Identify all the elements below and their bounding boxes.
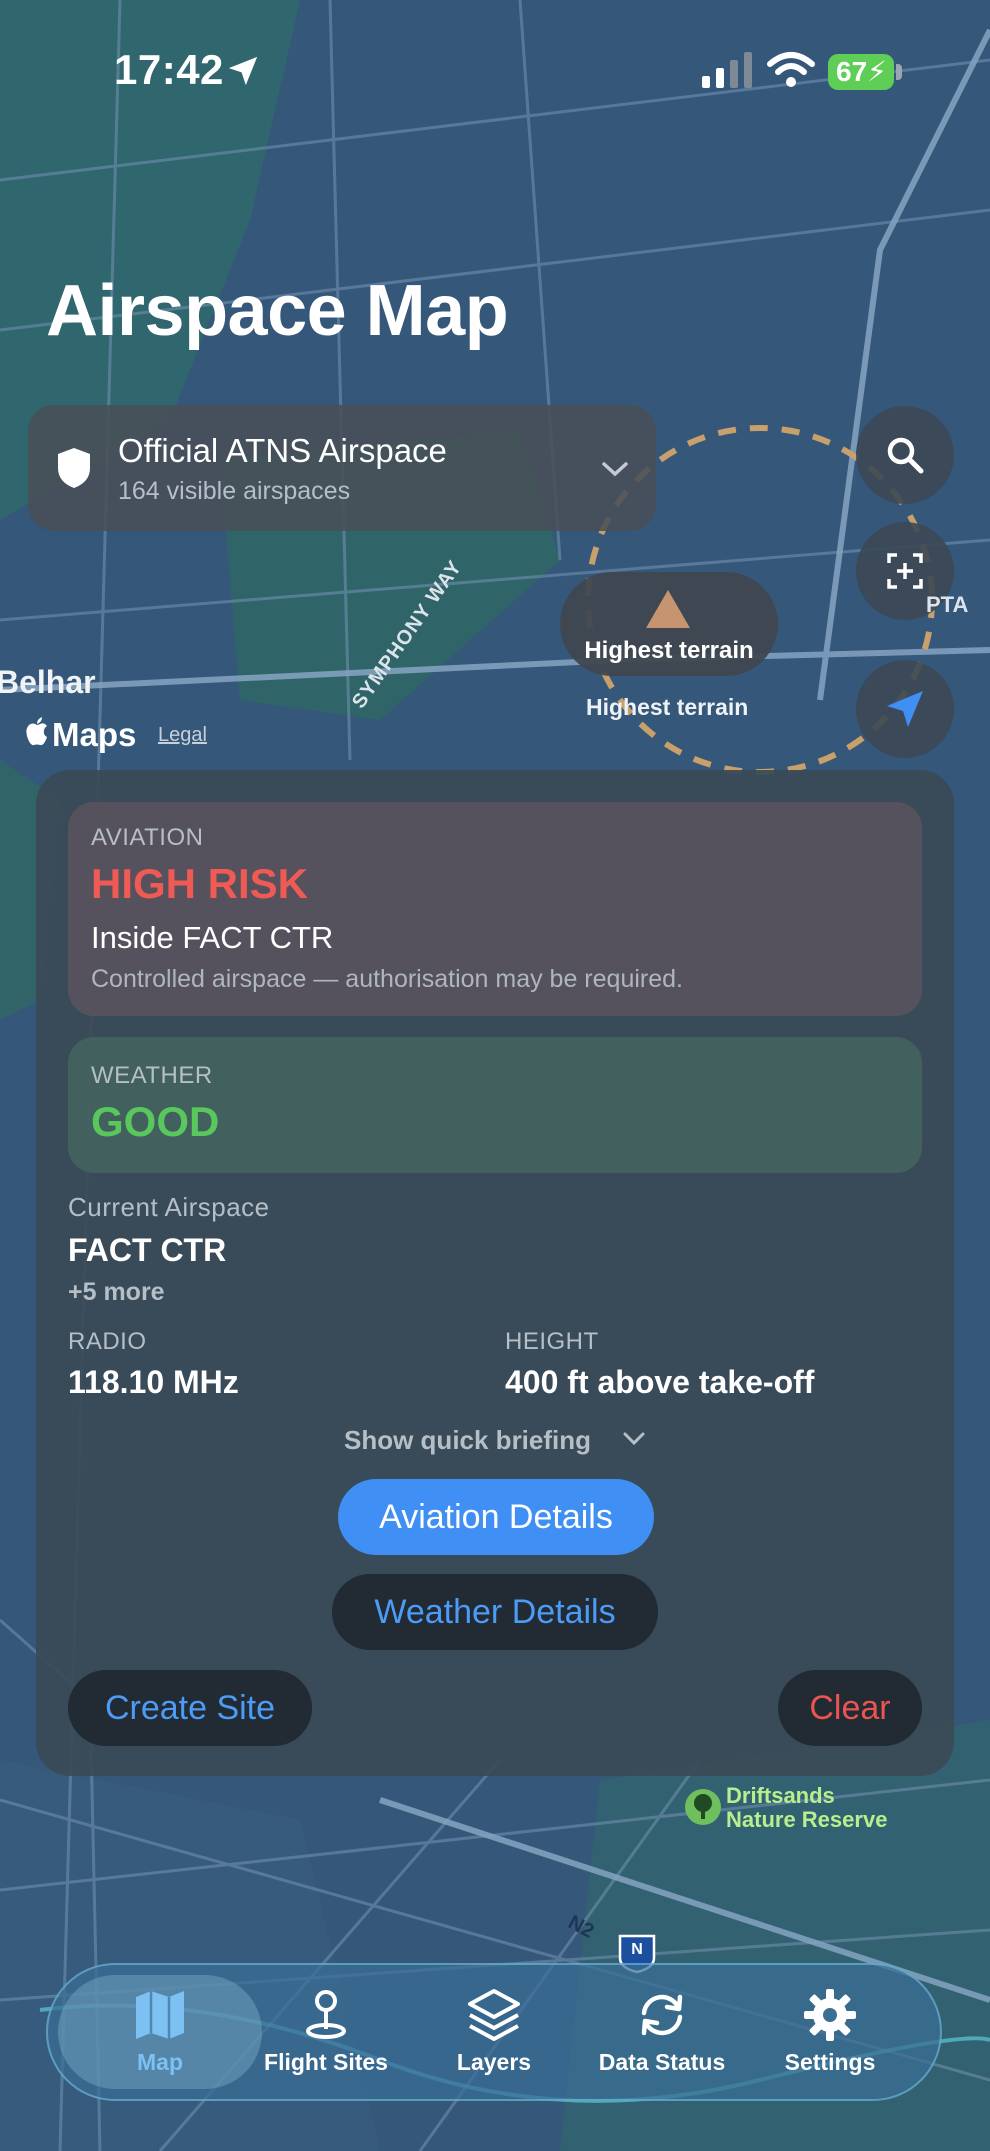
airspace-count: 164 visible airspaces: [118, 477, 351, 505]
height-limit: 400 ft above take-off: [505, 1364, 815, 1400]
battery-indicator: 67⚡: [828, 54, 894, 90]
tab-label: Layers: [456, 2049, 532, 2075]
tab-label: Settings: [784, 2049, 876, 2075]
chevron-down-icon: [623, 1432, 645, 1446]
poi-name-line2: Nature Reserve: [726, 1807, 888, 1832]
frame-plus-icon: [887, 553, 923, 589]
weather-details-button[interactable]: Weather Details: [332, 1574, 658, 1650]
current-airspace-caption: Current Airspace: [68, 1192, 270, 1222]
search-icon: [887, 437, 924, 474]
weather-status: GOOD: [91, 1098, 220, 1145]
current-airspace: FACT CTR: [68, 1232, 227, 1268]
sync-icon: [641, 1994, 683, 2036]
map-icon: [136, 1991, 184, 2039]
tab-data-status[interactable]: Data Status: [588, 1975, 736, 2089]
terrain-triangle-icon: [646, 590, 690, 628]
more-airspaces[interactable]: +5 more: [68, 1278, 165, 1307]
pin-icon: [306, 1990, 346, 2039]
place-label-pta: PTA: [926, 592, 969, 617]
shield-icon: [58, 448, 90, 488]
tab-settings[interactable]: Settings: [766, 1975, 894, 2089]
status-bar: 17:42 67⚡: [0, 0, 990, 140]
place-label-belhar: Belhar: [0, 664, 96, 700]
legal-link[interactable]: Legal: [158, 724, 207, 747]
locate-me-button[interactable]: [856, 660, 954, 758]
gear-icon: [804, 1989, 856, 2041]
aviation-details-button[interactable]: Aviation Details: [338, 1479, 654, 1555]
tree-icon: [685, 1789, 721, 1825]
aviation-zone: Inside FACT CTR: [91, 920, 334, 955]
poi-name-line1: Driftsands: [726, 1783, 835, 1808]
tab-label: Map: [137, 2049, 183, 2075]
page-title: Airspace Map: [46, 271, 509, 351]
clear-button[interactable]: Clear: [778, 1670, 922, 1746]
route-shield-text: N: [631, 1941, 643, 1958]
aviation-risk-level: HIGH RISK: [91, 860, 309, 907]
height-caption: HEIGHT: [505, 1328, 599, 1355]
status-time: 17:42: [114, 46, 224, 93]
battery-cap: [896, 64, 902, 80]
search-button[interactable]: [856, 406, 954, 504]
tab-map[interactable]: Map: [58, 1975, 262, 2089]
quick-briefing-toggle[interactable]: Show quick briefing: [344, 1425, 591, 1456]
layers-icon: [468, 1989, 520, 2041]
chevron-down-icon: [602, 462, 628, 477]
tab-flight-sites[interactable]: Flight Sites: [262, 1975, 390, 2089]
tab-label: Data Status: [598, 2049, 726, 2075]
tab-label: Flight Sites: [264, 2049, 388, 2075]
create-site-button[interactable]: Create Site: [68, 1670, 312, 1746]
poi-label[interactable]: Driftsands Nature Reserve: [726, 1784, 887, 1832]
radio-frequency: 118.10 MHz: [68, 1364, 239, 1400]
terrain-map-label: Highest terrain: [586, 694, 749, 720]
location-arrow-icon: [228, 56, 258, 86]
apple-logo-icon: [26, 717, 47, 746]
aviation-note: Controlled airspace — authorisation may …: [91, 965, 683, 993]
airspace-source-title: Official ATNS Airspace: [118, 432, 447, 469]
tab-layers[interactable]: Layers: [430, 1975, 558, 2089]
battery-level: 67: [836, 56, 868, 87]
location-arrow-icon: [887, 691, 923, 727]
radio-caption: RADIO: [68, 1328, 147, 1355]
maps-brand: Maps: [52, 716, 137, 753]
aviation-caption: AVIATION: [91, 824, 204, 851]
signal-icon: [702, 52, 752, 88]
terrain-marker-label: Highest terrain: [584, 637, 754, 664]
wifi-icon: [767, 52, 815, 87]
weather-caption: WEATHER: [91, 1062, 213, 1089]
